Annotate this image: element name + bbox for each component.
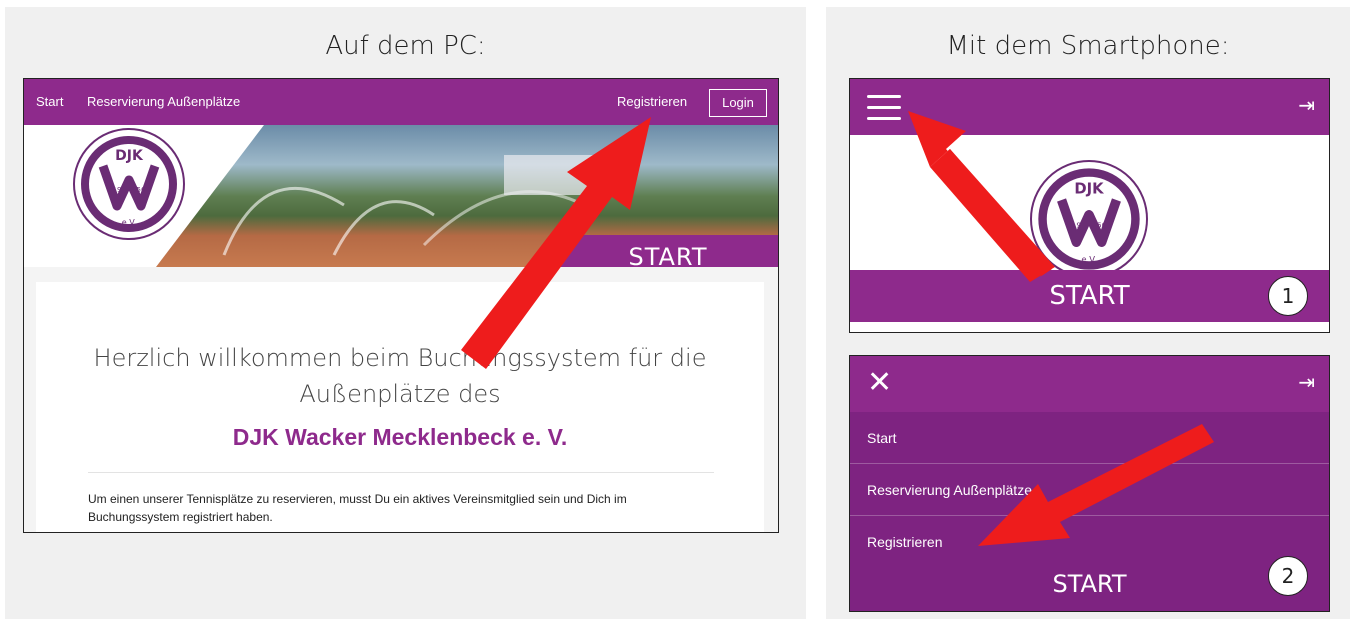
phone-start-bar: START — [850, 270, 1329, 322]
phone-screenshot-2: ✕ ⇥ Start Reservierung Außenplätze Regis… — [849, 355, 1330, 612]
menu-item-reservation[interactable]: Reservierung Außenplätze — [850, 464, 1329, 516]
welcome-line-1: Herzlich willkommen beim Buchungssystem … — [93, 344, 707, 372]
smartphone-panel-title: Mit dem Smartphone: — [946, 31, 1230, 61]
sprinkler-spray-graphic — [222, 155, 594, 256]
pc-navbar: Start Reservierung Außenplätze Registrie… — [24, 79, 778, 125]
svg-text:56: 56 — [1097, 220, 1107, 229]
phone-screenshot-1: ⇥ DJK 19 56 e.V. START 1 — [849, 78, 1330, 333]
nav-reservation-link[interactable]: Reservierung Außenplätze — [87, 94, 240, 109]
svg-text:19: 19 — [113, 186, 122, 194]
menu-item-register[interactable]: Registrieren — [850, 516, 1329, 568]
svg-text:19: 19 — [1072, 220, 1082, 229]
step-badge-1: 1 — [1268, 276, 1308, 316]
svg-text:DJK: DJK — [115, 148, 144, 164]
club-logo: DJK 19 56 e.V. — [1030, 160, 1148, 278]
svg-text:DJK: DJK — [1074, 181, 1104, 198]
menu-item-start[interactable]: Start — [850, 412, 1329, 464]
smartphone-instructions-panel: Mit dem Smartphone: ⇥ DJK 19 56 e.V. STA… — [826, 7, 1350, 619]
content-divider — [88, 472, 714, 473]
phone-start-label-behind-menu: START — [1052, 570, 1127, 598]
nav-register-link[interactable]: Registrieren — [617, 94, 687, 109]
phone-menu-header: ✕ ⇥ — [850, 356, 1329, 412]
pc-panel-title: Auf dem PC: — [325, 31, 486, 61]
login-button[interactable]: Login — [709, 89, 767, 117]
welcome-line-2: Außenplätze des — [299, 380, 501, 408]
pc-screenshot: Start Reservierung Außenplätze Registrie… — [23, 78, 779, 533]
hamburger-menu-icon[interactable] — [867, 95, 901, 121]
nav-start-link[interactable]: Start — [36, 94, 63, 109]
info-text: Um einen unserer Tennisplätze zu reservi… — [88, 490, 728, 526]
svg-text:56: 56 — [137, 186, 146, 194]
banner-start-label: START — [558, 235, 778, 267]
close-icon[interactable]: ✕ — [867, 368, 892, 398]
exit-login-icon[interactable]: ⇥ — [1298, 370, 1315, 395]
club-name-heading: DJK Wacker Mecklenbeck e. V. — [232, 424, 568, 450]
info-line-1: Um einen unserer Tennisplätze zu reservi… — [88, 492, 627, 506]
svg-text:e.V.: e.V. — [1081, 254, 1096, 264]
pc-content-card: Herzlich willkommen beim Buchungssystem … — [36, 282, 764, 532]
info-line-2: Buchungssystem registriert haben. — [88, 510, 273, 524]
phone-header: ⇥ — [850, 79, 1329, 135]
step-badge-2: 2 — [1268, 556, 1308, 596]
welcome-heading: Herzlich willkommen beim Buchungssystem … — [36, 340, 764, 412]
club-logo-icon: DJK 19 56 e.V. — [1038, 168, 1140, 270]
svg-text:e.V.: e.V. — [122, 218, 136, 227]
pc-instructions-panel: Auf dem PC: Start Reservierung Außenplät… — [5, 7, 806, 619]
club-logo-icon: DJK 19 56 e.V. — [81, 136, 177, 232]
club-logo: DJK 19 56 e.V. — [73, 128, 185, 240]
exit-login-icon[interactable]: ⇥ — [1298, 93, 1315, 118]
